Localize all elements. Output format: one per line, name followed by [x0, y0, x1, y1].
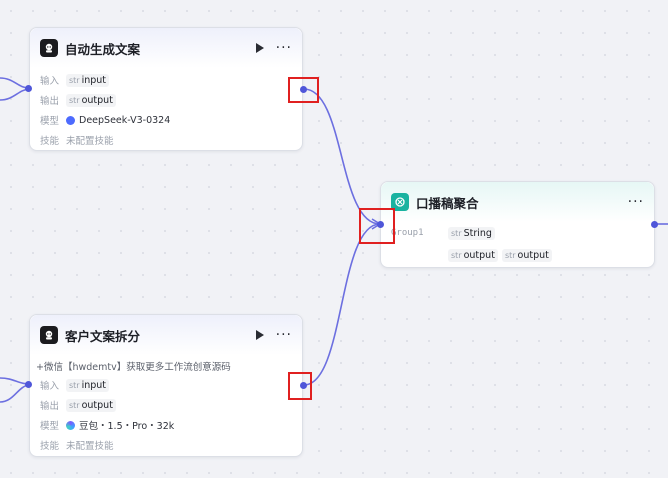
node-title: 自动生成文案 — [65, 41, 141, 57]
skill-value: 未配置技能 — [66, 441, 114, 452]
input-tag: str input — [66, 73, 110, 87]
skill-row: 技能 未配置技能 — [40, 130, 292, 150]
wire-gen-to-agg — [303, 88, 381, 225]
input-row: 输入 str input — [40, 70, 292, 90]
output-tag: str output — [66, 93, 116, 107]
wire-left-in-bottom-2 — [0, 384, 30, 403]
output-label: 输出 — [40, 96, 60, 107]
node-auto-generate-copy[interactable]: 自动生成文案 ··· 输入 str input 输出 str output 模型 D… — [29, 27, 303, 151]
output-tag: str output — [66, 398, 116, 412]
node-description: +微信【hwdemtv】获取更多工作流创意源码 — [36, 362, 231, 373]
wire-split-to-agg — [303, 223, 381, 386]
model-name: 豆包・1.5・Pro・32k — [79, 421, 175, 432]
group-label: Group1 — [391, 228, 424, 238]
node-voiceover-aggregate[interactable]: 口播稿聚合 ··· Group1 str String str output str… — [380, 181, 655, 268]
gen-input-port[interactable] — [25, 85, 32, 92]
highlight-agg-input — [359, 208, 395, 244]
node-customer-copy-split[interactable]: 客户文案拆分 ··· +微信【hwdemtv】获取更多工作流创意源码 输入 st… — [29, 314, 303, 457]
input-tag: str input — [66, 378, 110, 392]
model-label: 模型 — [40, 116, 60, 127]
split-input-port[interactable] — [25, 381, 32, 388]
doubao-icon — [66, 420, 75, 430]
more-icon[interactable]: ··· — [276, 328, 292, 342]
skill-value: 未配置技能 — [66, 136, 114, 147]
output-tag-2: str output — [501, 248, 552, 262]
play-icon[interactable] — [255, 43, 264, 53]
node-header: 自动生成文案 ··· — [30, 28, 302, 68]
node-title: 客户文案拆分 — [65, 328, 141, 344]
play-icon[interactable] — [255, 330, 264, 340]
highlight-split-output — [288, 372, 312, 400]
node-header: 口播稿聚合 ··· — [381, 182, 654, 222]
output-label: 输出 — [40, 401, 60, 412]
robot-icon — [40, 39, 58, 57]
more-icon[interactable]: ··· — [628, 195, 644, 209]
node-title: 口播稿聚合 — [416, 195, 479, 211]
group-row: Group1 str String — [391, 222, 644, 244]
model-label: 模型 — [40, 421, 60, 432]
output-row: 输出 str output — [40, 90, 292, 110]
wire-left-in-top-2 — [0, 88, 30, 101]
node-header: 客户文案拆分 ··· — [30, 315, 302, 355]
input-label: 输入 — [40, 76, 60, 87]
output-tag-1: str output — [448, 248, 498, 262]
skill-label: 技能 — [40, 441, 60, 452]
skill-row: 技能 未配置技能 — [40, 435, 292, 455]
model-row: 模型 DeepSeek-V3-0324 — [40, 110, 292, 130]
outputs-row: str output str output — [391, 244, 644, 266]
highlight-gen-output — [288, 77, 319, 103]
model-name: DeepSeek-V3-0324 — [79, 114, 171, 126]
robot-icon — [40, 326, 58, 344]
more-icon[interactable]: ··· — [276, 41, 292, 55]
input-row: 输入 str input — [40, 375, 292, 395]
skill-label: 技能 — [40, 136, 60, 147]
output-row: 输出 str output — [40, 395, 292, 415]
agg-output-port[interactable] — [651, 221, 658, 228]
deepseek-icon — [66, 115, 75, 125]
input-label: 输入 — [40, 381, 60, 392]
model-row: 模型 豆包・1.5・Pro・32k — [40, 415, 292, 435]
string-tag: str String — [448, 226, 495, 240]
